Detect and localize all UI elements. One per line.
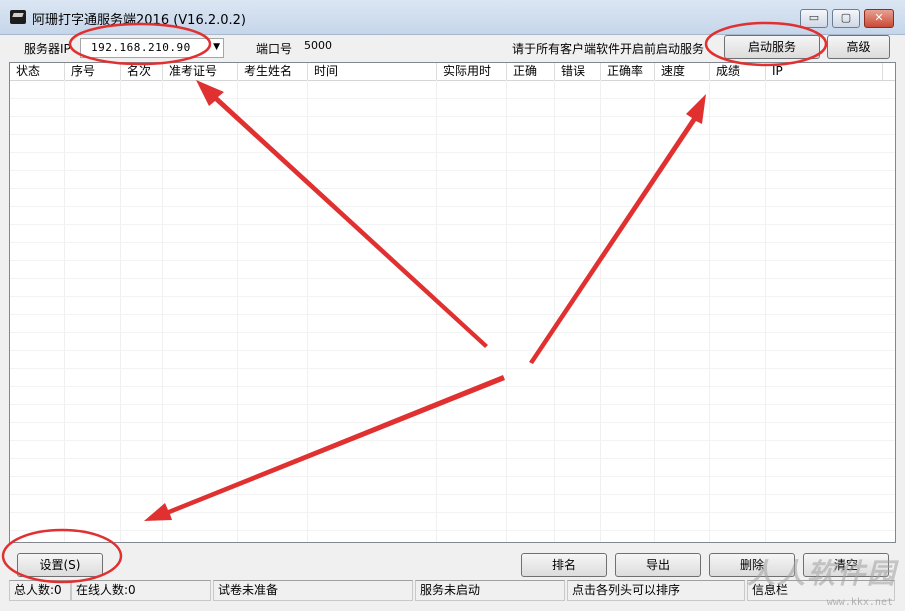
service-hint-text: 请于所有客户端软件开启前启动服务 xyxy=(512,42,705,56)
row-separator xyxy=(10,440,895,441)
grid-divider xyxy=(162,80,163,542)
port-value: 5000 xyxy=(304,39,332,52)
row-separator xyxy=(10,386,895,387)
column-header-name[interactable]: 考生姓名 xyxy=(238,63,308,80)
column-header-wrong[interactable]: 错误 xyxy=(555,63,601,80)
row-separator xyxy=(10,98,895,99)
close-button[interactable]: ✕ xyxy=(864,9,894,28)
status-paper: 试卷未准备 xyxy=(213,580,413,601)
row-separator xyxy=(10,224,895,225)
grid-divider xyxy=(436,80,437,542)
row-separator xyxy=(10,188,895,189)
row-separator xyxy=(10,368,895,369)
grid-divider xyxy=(654,80,655,542)
grid-divider xyxy=(554,80,555,542)
server-ip-value: 192.168.210.90 xyxy=(91,41,191,54)
column-header-status[interactable]: 状态 xyxy=(10,63,65,80)
watermark-logo: 人人软件园 xyxy=(746,557,897,590)
grid-divider xyxy=(120,80,121,542)
row-separator xyxy=(10,170,895,171)
column-header-correct[interactable]: 正确 xyxy=(507,63,555,80)
title-bar[interactable]: 阿珊打字通服务端2016 (V16.2.0.2) ▭ ▢ ✕ xyxy=(0,0,905,35)
row-separator xyxy=(10,422,895,423)
status-sort-hint: 点击各列头可以排序 xyxy=(567,580,745,601)
grid-divider xyxy=(765,80,766,542)
row-separator xyxy=(10,404,895,405)
row-separator xyxy=(10,116,895,117)
server-ip-combobox[interactable]: 192.168.210.90 ▼ xyxy=(80,38,224,58)
grid-divider xyxy=(600,80,601,542)
minimize-button[interactable]: ▭ xyxy=(800,9,828,28)
chevron-down-icon[interactable]: ▼ xyxy=(213,42,220,52)
row-separator xyxy=(10,494,895,495)
window-title: 阿珊打字通服务端2016 (V16.2.0.2) xyxy=(32,13,247,28)
port-label: 端口号 xyxy=(256,42,293,56)
status-online: 在线人数:0 xyxy=(71,580,211,601)
column-header-ip[interactable]: IP xyxy=(766,63,883,80)
row-separator xyxy=(10,530,895,531)
row-separator xyxy=(10,152,895,153)
advanced-button[interactable]: 高级 xyxy=(827,35,890,59)
row-separator xyxy=(10,260,895,261)
app-icon xyxy=(10,10,26,24)
maximize-button[interactable]: ▢ xyxy=(832,9,860,28)
grid-divider xyxy=(307,80,308,542)
row-separator xyxy=(10,476,895,477)
row-separator xyxy=(10,332,895,333)
row-separator xyxy=(10,242,895,243)
column-header-rank[interactable]: 名次 xyxy=(121,63,163,80)
grid-divider xyxy=(64,80,65,542)
row-separator xyxy=(10,314,895,315)
row-separator xyxy=(10,512,895,513)
column-header-time[interactable]: 时间 xyxy=(308,63,437,80)
column-header-elapsed[interactable]: 实际用时 xyxy=(437,63,507,80)
watermark-url: www.kkx.net xyxy=(826,597,893,608)
column-header-score[interactable]: 成绩 xyxy=(710,63,766,80)
grid-divider xyxy=(237,80,238,542)
settings-button[interactable]: 设置(S) xyxy=(17,553,103,577)
grid-divider xyxy=(506,80,507,542)
column-header-speed[interactable]: 速度 xyxy=(655,63,710,80)
export-button[interactable]: 导出 xyxy=(615,553,701,577)
row-separator xyxy=(10,350,895,351)
row-separator xyxy=(10,296,895,297)
row-separator xyxy=(10,206,895,207)
row-separator xyxy=(10,278,895,279)
start-service-button[interactable]: 启动服务 xyxy=(724,35,820,59)
status-service: 服务未启动 xyxy=(415,580,565,601)
grid-divider xyxy=(709,80,710,542)
results-table[interactable]: 状态 序号 名次 准考证号 考生姓名 时间 实际用时 正确 错误 正确率 速度 … xyxy=(9,62,896,543)
rank-button[interactable]: 排名 xyxy=(521,553,607,577)
column-header-exam-id[interactable]: 准考证号 xyxy=(163,63,238,80)
row-separator xyxy=(10,458,895,459)
row-separator xyxy=(10,134,895,135)
table-header: 状态 序号 名次 准考证号 考生姓名 时间 实际用时 正确 错误 正确率 速度 … xyxy=(10,63,895,81)
column-header-index[interactable]: 序号 xyxy=(65,63,121,80)
column-header-accuracy[interactable]: 正确率 xyxy=(601,63,655,80)
status-total: 总人数:0 xyxy=(9,580,71,601)
server-ip-label: 服务器IP xyxy=(24,42,71,56)
